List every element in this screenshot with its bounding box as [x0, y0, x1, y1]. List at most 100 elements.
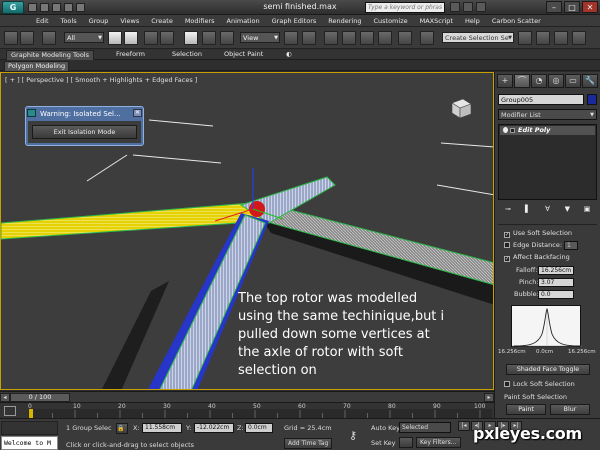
shaded-face-toggle-button[interactable]: Shaded Face Toggle: [506, 364, 590, 375]
expand-box-icon[interactable]: [510, 128, 515, 133]
time-prev-icon[interactable]: ◂: [0, 393, 10, 402]
dialog-close-icon[interactable]: ✕: [133, 109, 142, 117]
z-coordinate-field[interactable]: 0.0cm: [245, 423, 273, 433]
paint-button[interactable]: Paint: [506, 404, 546, 415]
modifier-list-dropdown[interactable]: Modifier List ▼: [498, 109, 597, 120]
star-icon[interactable]: [463, 2, 473, 12]
tab-graphite-modeling-tools[interactable]: Graphite Modeling Tools: [6, 50, 95, 60]
tab-hierarchy-icon[interactable]: ◔: [531, 74, 547, 88]
menu-help[interactable]: Help: [459, 15, 486, 26]
menu-group[interactable]: Group: [83, 15, 115, 26]
menu-edit[interactable]: Edit: [30, 15, 55, 26]
lightbulb-icon[interactable]: [503, 127, 508, 133]
named-selection-dropdown[interactable]: Create Selection Se ▼: [442, 32, 514, 43]
make-unique-icon[interactable]: ∀: [542, 204, 552, 214]
edge-distance-row[interactable]: Edge Distance:: [504, 241, 562, 250]
redo-tool-icon[interactable]: [20, 31, 34, 45]
viewcube-icon[interactable]: [447, 97, 473, 119]
falloff-spinner[interactable]: 16.256cm: [538, 266, 574, 275]
tab-selection[interactable]: Selection: [168, 50, 206, 60]
use-soft-selection-checkbox[interactable]: ✓: [504, 232, 510, 238]
pinch-spinner[interactable]: 3.07: [538, 278, 574, 287]
menu-graph-editors[interactable]: Graph Editors: [266, 15, 323, 26]
set-key-icon[interactable]: [399, 437, 413, 448]
menu-customize[interactable]: Customize: [367, 15, 413, 26]
menu-carbon-scatter[interactable]: Carbon Scatter: [486, 15, 547, 26]
x-coordinate-field[interactable]: 11.558cm: [142, 423, 182, 433]
window-crossing-icon[interactable]: [160, 31, 174, 45]
schematic-view-icon[interactable]: [536, 31, 550, 45]
rotate-icon[interactable]: [202, 31, 216, 45]
search-input[interactable]: [365, 2, 445, 13]
edge-distance-checkbox[interactable]: [504, 242, 510, 248]
lock-soft-selection-row[interactable]: Lock Soft Selection: [504, 380, 575, 389]
time-next-icon[interactable]: ▸: [484, 393, 494, 402]
menu-rendering[interactable]: Rendering: [322, 15, 367, 26]
remove-modifier-icon[interactable]: ▼: [562, 204, 572, 214]
tab-create-icon[interactable]: +: [497, 74, 513, 88]
tab-display-icon[interactable]: ▭: [565, 74, 581, 88]
object-name-field[interactable]: Group005: [498, 94, 584, 105]
go-to-start-icon[interactable]: |◂: [458, 421, 470, 431]
move-icon[interactable]: [184, 31, 198, 45]
trackbar-menu-icon[interactable]: [4, 406, 16, 416]
use-soft-selection-row[interactable]: ✓ Use Soft Selection: [504, 229, 572, 238]
show-end-result-icon[interactable]: ▌: [523, 204, 533, 214]
link-icon[interactable]: [42, 31, 56, 45]
affect-backfacing-row[interactable]: ✓ Affect Backfacing: [504, 253, 570, 262]
exit-isolation-mode-button[interactable]: Exit Isolation Mode: [32, 125, 137, 139]
tab-freeform[interactable]: Freeform: [112, 50, 149, 60]
stack-item-edit-poly[interactable]: Edit Poly: [500, 126, 595, 135]
edit-named-selection-icon[interactable]: [398, 31, 412, 45]
material-editor-icon[interactable]: [554, 31, 568, 45]
percent-snap-icon[interactable]: [360, 31, 374, 45]
spinner-snap-icon[interactable]: [378, 31, 392, 45]
affect-backfacing-checkbox[interactable]: ✓: [504, 256, 510, 262]
key-filters-button[interactable]: Key Filters...: [416, 437, 461, 448]
blur-button[interactable]: Blur: [550, 404, 590, 415]
viewport-label[interactable]: [ + ][ Perspective ][ Smooth + Highlight…: [5, 76, 199, 84]
menu-views[interactable]: Views: [114, 15, 145, 26]
y-coordinate-field[interactable]: -12.022cm: [194, 423, 234, 433]
tab-polygon-modeling[interactable]: Polygon Modeling: [4, 61, 70, 72]
menu-maxscript[interactable]: MAXScript: [414, 15, 459, 26]
bubble-spinner[interactable]: 0.0: [538, 290, 574, 299]
time-slider-thumb[interactable]: 0 / 100: [10, 393, 70, 402]
perspective-viewport[interactable]: [ + ][ Perspective ][ Smooth + Highlight…: [0, 72, 494, 390]
add-time-tag-button[interactable]: Add Time Tag: [284, 438, 333, 449]
configure-sets-icon[interactable]: ▣: [582, 204, 592, 214]
key-mode-dropdown[interactable]: Selected: [399, 422, 451, 433]
binoculars-icon[interactable]: [450, 2, 460, 12]
object-color-swatch[interactable]: [587, 94, 597, 105]
auto-key-label[interactable]: Auto Key: [371, 424, 400, 432]
help-icon[interactable]: [476, 2, 486, 12]
angle-snap-icon[interactable]: [342, 31, 356, 45]
menu-create[interactable]: Create: [145, 15, 179, 26]
menu-modifiers[interactable]: Modifiers: [179, 15, 221, 26]
pin-stack-icon[interactable]: ⊸: [503, 204, 513, 214]
menu-animation[interactable]: Animation: [221, 15, 266, 26]
edge-distance-spinner[interactable]: 1: [564, 241, 578, 250]
tab-object-paint[interactable]: Object Paint: [220, 50, 267, 60]
select-manipulate-icon[interactable]: [302, 31, 316, 45]
snaps-toggle-icon[interactable]: [324, 31, 338, 45]
tab-utilities-icon[interactable]: 🔧: [582, 74, 598, 88]
undo-tool-icon[interactable]: [4, 31, 18, 45]
menu-tools[interactable]: Tools: [55, 15, 83, 26]
minimize-button[interactable]: –: [546, 1, 562, 13]
selection-filter-dropdown[interactable]: All ▼: [64, 32, 104, 43]
ribbon-options-icon[interactable]: ◐: [282, 50, 296, 60]
maximize-button[interactable]: □: [564, 1, 580, 13]
maxscript-listener-top[interactable]: [1, 421, 58, 435]
rect-selection-icon[interactable]: [144, 31, 158, 45]
render-setup-icon[interactable]: [572, 31, 586, 45]
close-button[interactable]: ✕: [582, 1, 598, 13]
pivot-center-icon[interactable]: [284, 31, 298, 45]
scale-icon[interactable]: [220, 31, 234, 45]
mirror-icon[interactable]: [420, 31, 434, 45]
key-icon[interactable]: ⚷: [349, 429, 357, 442]
maxscript-listener[interactable]: Welcome to M: [1, 436, 58, 450]
reference-coord-dropdown[interactable]: View ▼: [240, 32, 280, 43]
select-object-icon[interactable]: [108, 31, 122, 45]
lock-selection-icon[interactable]: 🔒: [116, 423, 128, 434]
